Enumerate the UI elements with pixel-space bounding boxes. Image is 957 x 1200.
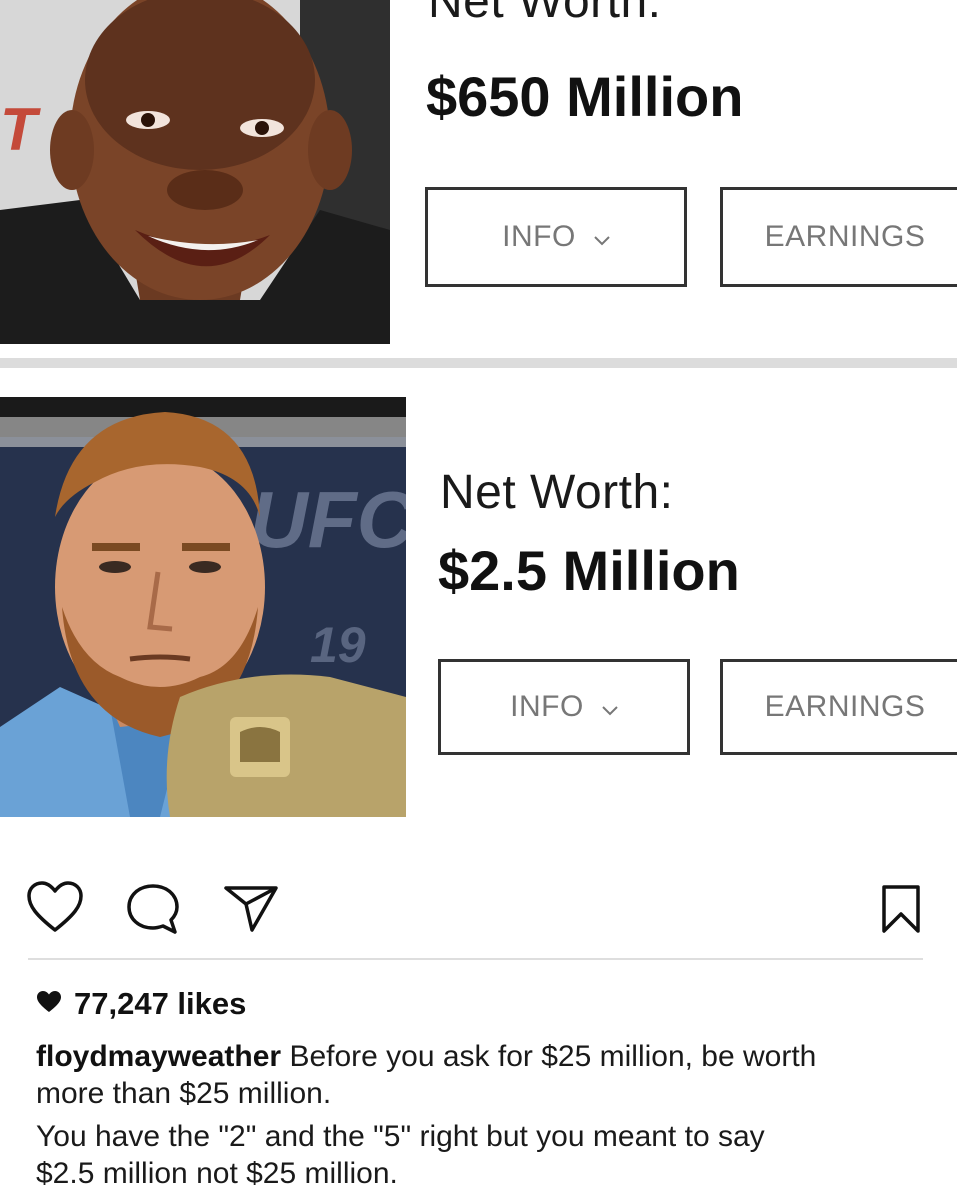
ufc-sign-number: 19: [310, 617, 366, 673]
net-worth-value: $650 Million: [426, 65, 744, 128]
comment-icon[interactable]: [125, 882, 181, 936]
likes-count[interactable]: 77,247 likes: [36, 986, 246, 1022]
earnings-button[interactable]: EARNINGS: [720, 187, 957, 287]
net-worth-label: Net Worth:: [428, 0, 662, 28]
chevron-down-icon: [602, 690, 618, 724]
earnings-button-label: EARNINGS: [764, 220, 926, 253]
heart-filled-icon: [36, 986, 62, 1022]
info-button-label: INFO: [510, 690, 584, 723]
net-worth-value: $2.5 Million: [438, 539, 740, 602]
info-button[interactable]: INFO: [438, 659, 690, 755]
chevron-down-icon: [594, 220, 610, 254]
caption-line-3: You have the "2" and the "5" right but y…: [36, 1120, 765, 1153]
section-divider: [0, 358, 957, 368]
send-icon[interactable]: [222, 882, 280, 934]
net-worth-label: Net Worth:: [440, 466, 674, 519]
earnings-button[interactable]: EARNINGS: [720, 659, 957, 755]
info-button[interactable]: INFO: [425, 187, 687, 287]
sign-letter: T: [0, 96, 41, 163]
photo-conor-mcgregor: UFC 19: [0, 397, 406, 817]
bookmark-icon[interactable]: [880, 884, 922, 934]
caption-line-4: $2.5 million not $25 million.: [36, 1157, 398, 1190]
earnings-button-label: EARNINGS: [764, 690, 926, 723]
info-button-label: INFO: [502, 220, 576, 253]
caption-line-2: more than $25 million.: [36, 1077, 332, 1110]
ufc-sign: UFC: [250, 475, 406, 564]
heart-icon[interactable]: [26, 880, 84, 934]
footer-divider: [28, 958, 923, 960]
likes-text: 77,247 likes: [74, 986, 247, 1021]
caption-text: Before you ask for $25 million, be worth: [289, 1040, 817, 1073]
photo-floyd-mayweather: T: [0, 0, 390, 344]
caption-line-1: floydmayweather Before you ask for $25 m…: [36, 1038, 816, 1075]
username-link[interactable]: floydmayweather: [36, 1040, 281, 1073]
